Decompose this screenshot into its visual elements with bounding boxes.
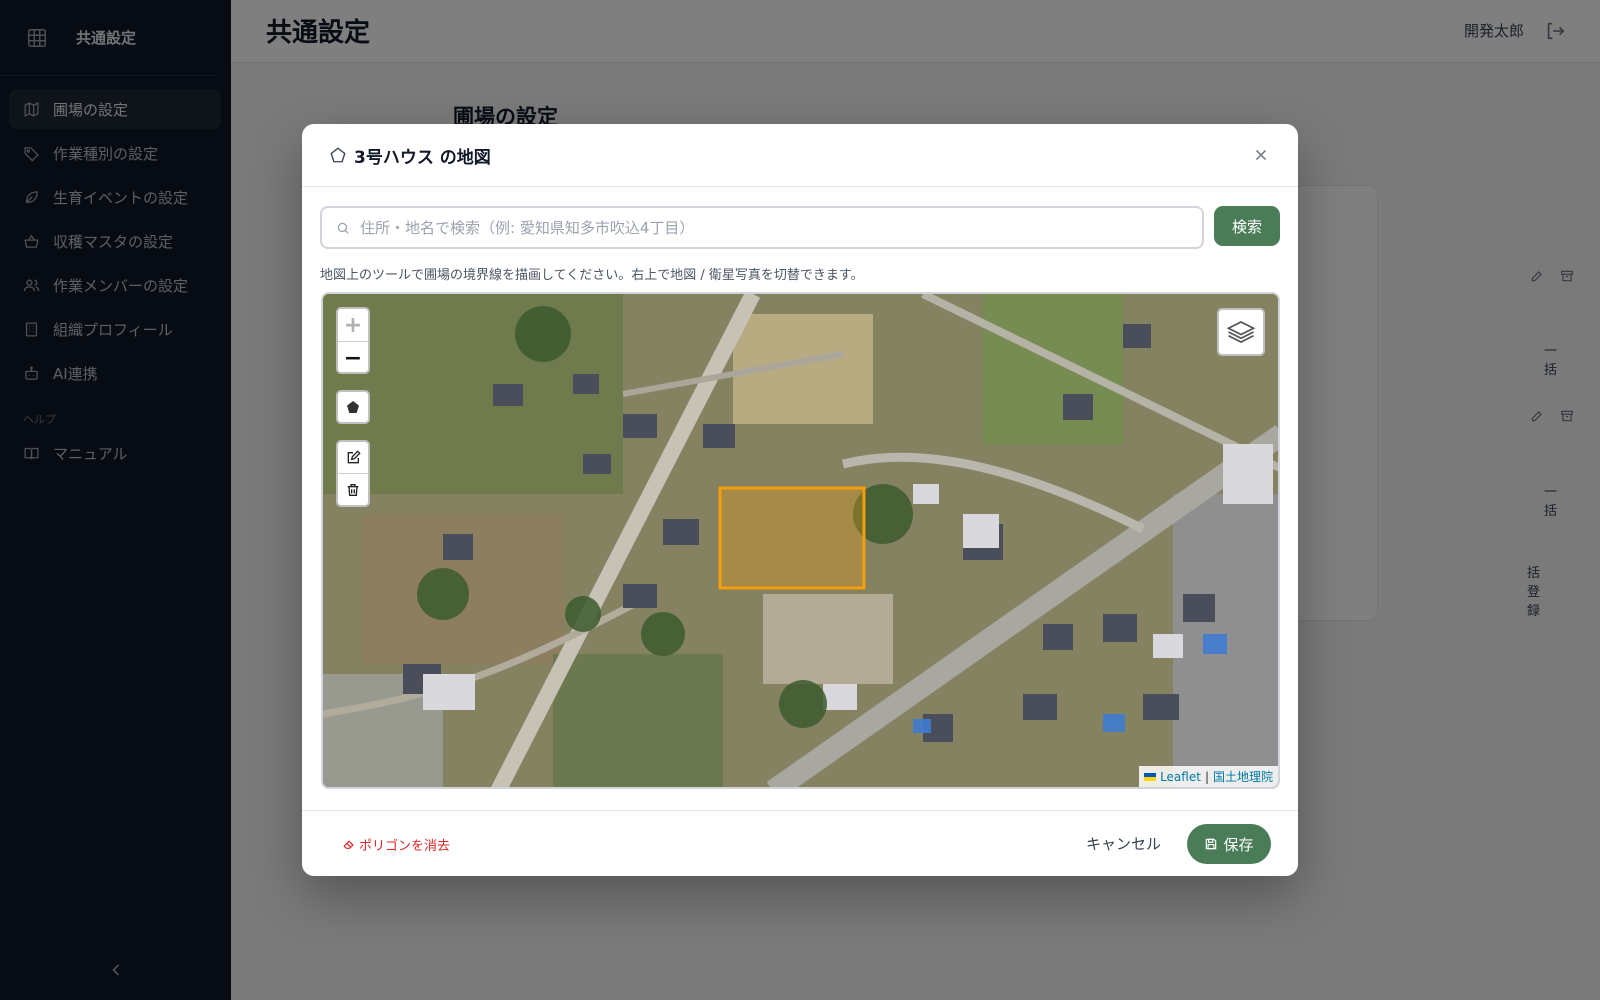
satellite-imagery[interactable] [323,294,1280,789]
clear-polygon-button[interactable]: ポリゴンを消去 [342,835,450,854]
search-row: 検索 [320,206,1280,249]
leaflet-link[interactable]: Leaflet [1160,770,1201,784]
map-view[interactable]: + − Leaflet | 国土地理院 [321,292,1280,789]
map-hint: 地図上のツールで圃場の境界線を描画してください。右上で地図 / 衛星写真を切替で… [320,268,864,283]
modal-title: 3号ハウス の地図 [354,147,491,168]
search-icon [337,222,349,234]
address-search-input[interactable] [360,218,1202,237]
save-button[interactable]: 保存 [1187,824,1271,864]
gsi-link[interactable]: 国土地理院 [1213,768,1273,785]
attribution-separator: | [1204,769,1209,784]
clear-polygon-label: ポリゴンを消去 [359,839,451,854]
search-box [320,206,1204,249]
edit-control [336,440,370,507]
trash-icon [347,484,359,496]
zoom-out-button[interactable]: − [338,342,368,375]
eraser-icon [343,840,354,849]
save-icon [1206,838,1217,850]
search-button[interactable]: 検索 [1214,206,1280,246]
modal-header: 3号ハウス の地図 [302,124,1298,187]
delete-layers-button[interactable] [338,474,368,506]
layer-switch-button[interactable] [1217,308,1265,356]
modal-footer: ポリゴンを消去 キャンセル 保存 [302,810,1298,876]
map-modal: 3号ハウス の地図 検索 地図上のツールで圃場の境界線を描画してください。右上で… [302,124,1298,876]
pentagon-icon [330,147,346,163]
map-attribution: Leaflet | 国土地理院 [1139,766,1278,787]
cancel-button[interactable]: キャンセル [1086,833,1161,854]
zoom-in-button[interactable]: + [338,309,368,342]
edit-layers-button[interactable] [338,442,368,474]
edit-icon [347,449,361,463]
ukraine-flag-icon [1144,772,1157,781]
polygon-draw-icon [347,401,359,413]
layers-icon [1226,321,1256,343]
draw-polygon-button[interactable] [336,390,370,424]
zoom-control: + − [336,307,370,374]
field-polygon[interactable] [718,486,866,590]
save-label: 保存 [1223,835,1254,854]
close-icon[interactable] [1252,146,1270,164]
